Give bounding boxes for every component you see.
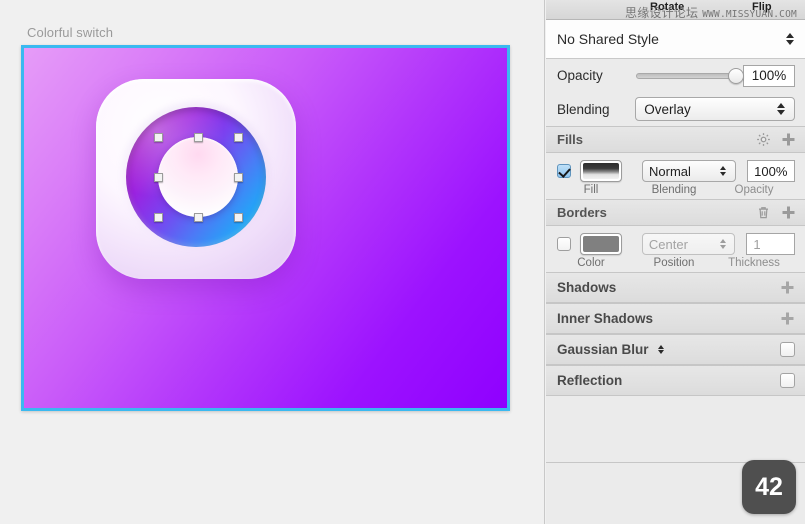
border-position-select[interactable]: Center <box>641 233 736 255</box>
chevron-updown-icon[interactable] <box>784 33 795 45</box>
gear-icon[interactable] <box>756 132 771 147</box>
border-color-swatch[interactable] <box>580 233 622 255</box>
selection-handle-bottom-center[interactable] <box>193 212 203 222</box>
fill-caption: Fill <box>583 184 599 196</box>
border-position-caption: Position <box>653 257 695 269</box>
fill-layer-row: Normal 100% Fill Blending Opacity <box>546 153 805 199</box>
icon-knob-circle[interactable] <box>158 137 238 217</box>
shadows-section-header: Shadows <box>546 272 805 303</box>
selection-handle-top-right[interactable] <box>233 132 243 142</box>
border-position-value: Center <box>648 236 688 252</box>
selection-handle-top-left[interactable] <box>153 132 163 142</box>
canvas-area[interactable]: Colorful switch <box>0 0 545 524</box>
chevron-updown-icon[interactable] <box>718 166 729 176</box>
border-enabled-checkbox[interactable] <box>557 237 571 251</box>
inner-shadows-section-header: Inner Shadows <box>546 303 805 334</box>
selection-handle-top-center[interactable] <box>193 132 203 142</box>
blending-value: Overlay <box>644 101 691 117</box>
inspector-panel: Rotate Flip No Shared Style Opacity 100%… <box>546 0 805 524</box>
opacity-input[interactable]: 100% <box>743 64 795 87</box>
selection-handle-bottom-left[interactable] <box>153 212 163 222</box>
blur-type-chevron-updown-icon[interactable] <box>656 344 667 355</box>
app-window: Colorful switch Rotate Flip No Shared St… <box>0 0 805 524</box>
reflection-checkbox[interactable] <box>780 373 795 388</box>
fills-title: Fills <box>557 132 584 147</box>
add-shadow-plus-icon[interactable] <box>780 280 795 295</box>
fill-opacity-caption: Opacity <box>734 184 774 196</box>
fill-enabled-checkbox[interactable] <box>557 164 571 178</box>
border-thickness-input[interactable]: 1 <box>746 233 795 255</box>
blending-row: Blending Overlay <box>546 92 805 126</box>
add-border-plus-icon[interactable] <box>781 205 796 220</box>
borders-title: Borders <box>557 205 607 220</box>
toolbar-flip-label[interactable]: Flip <box>752 1 772 13</box>
trash-icon[interactable] <box>756 205 771 220</box>
selection-handle-middle-left[interactable] <box>153 172 163 182</box>
gaussian-blur-checkbox[interactable] <box>780 342 795 357</box>
artboard-selection-frame[interactable] <box>21 45 510 411</box>
shared-style-select[interactable]: No Shared Style <box>546 20 805 59</box>
fill-blending-caption: Blending <box>651 184 697 196</box>
artboard-label[interactable]: Colorful switch <box>27 25 113 40</box>
chevron-updown-icon[interactable] <box>717 239 728 249</box>
add-inner-shadow-plus-icon[interactable] <box>780 311 795 326</box>
zoom-badge[interactable]: 42 <box>742 460 796 514</box>
borders-section-header: Borders <box>546 199 805 226</box>
gaussian-blur-section-header: Gaussian Blur <box>546 334 805 365</box>
fill-blending-select[interactable]: Normal <box>642 160 736 182</box>
blending-label: Blending <box>557 101 610 117</box>
toolbar-rotate-label[interactable]: Rotate <box>650 1 684 13</box>
toolbar-strip: Rotate Flip <box>546 0 805 20</box>
fill-blending-value: Normal <box>649 163 691 179</box>
add-fill-plus-icon[interactable] <box>781 132 796 147</box>
fill-color-swatch[interactable] <box>580 160 622 182</box>
fills-section-header: Fills <box>546 126 805 153</box>
fill-opacity-input[interactable]: 100% <box>746 160 795 182</box>
border-layer-row: Center 1 Color Position Thickness <box>546 226 805 272</box>
reflection-section-header: Reflection <box>546 365 805 396</box>
app-icon-artwork[interactable] <box>96 79 296 279</box>
artboard[interactable] <box>24 48 507 408</box>
shadows-title: Shadows <box>557 280 617 295</box>
border-thickness-caption: Thickness <box>728 257 780 269</box>
opacity-label: Opacity <box>557 68 603 83</box>
border-color-caption: Color <box>577 257 605 269</box>
chevron-updown-icon[interactable] <box>775 103 786 115</box>
blending-select[interactable]: Overlay <box>635 97 795 121</box>
selection-handle-bottom-right[interactable] <box>233 212 243 222</box>
selection-handle-middle-right[interactable] <box>233 172 243 182</box>
gaussian-blur-title: Gaussian Blur <box>557 342 649 357</box>
inner-shadows-title: Inner Shadows <box>557 311 654 326</box>
shared-style-value: No Shared Style <box>557 31 659 47</box>
opacity-slider-knob[interactable] <box>728 67 744 84</box>
reflection-title: Reflection <box>557 373 623 388</box>
opacity-slider[interactable] <box>636 67 744 84</box>
opacity-row: Opacity 100% <box>546 59 805 92</box>
